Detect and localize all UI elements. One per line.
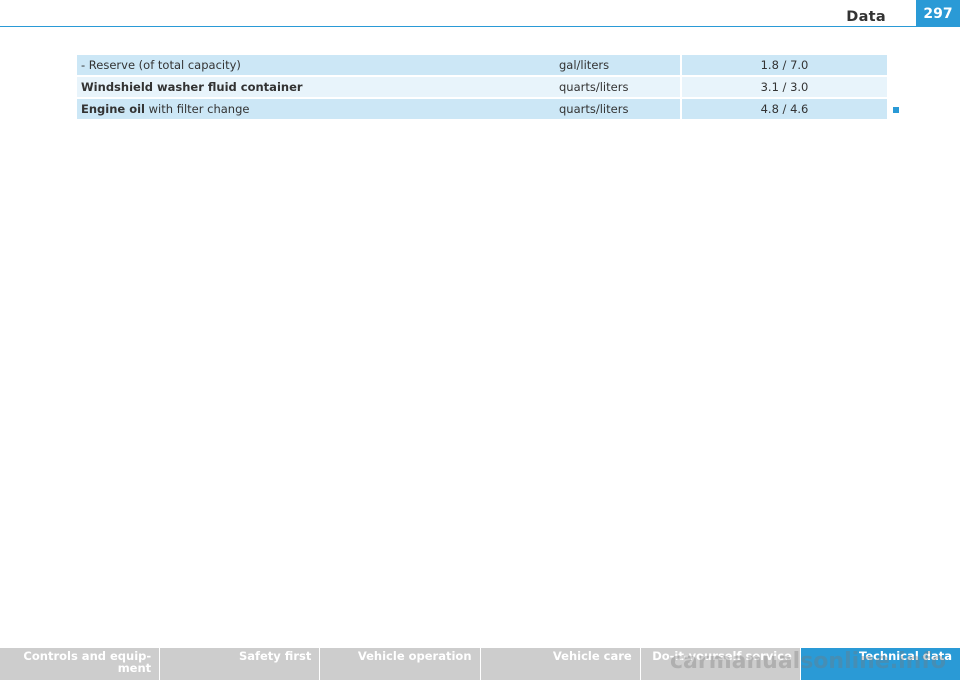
- row-value: 1.8 / 7.0: [681, 55, 887, 77]
- tab-vehicle-operation[interactable]: Vehicle operation: [320, 648, 481, 680]
- row-description-text: - Reserve (of total capacity): [81, 58, 241, 72]
- watermark-text: carmanualsonline.info: [670, 649, 946, 674]
- row-description-text: with filter change: [145, 102, 250, 116]
- row-unit: quarts/liters: [555, 76, 682, 99]
- row-unit: quarts/liters: [555, 98, 682, 121]
- tab-label: Vehicle operation: [357, 649, 472, 663]
- tab-label: Safety first: [238, 649, 312, 663]
- row-description: Engine oil with filter change: [77, 98, 555, 121]
- section-title: Data: [846, 9, 886, 25]
- tab-safety-first[interactable]: Safety first: [160, 648, 321, 680]
- tab-label: Vehicle care: [552, 649, 632, 663]
- row-description: - Reserve (of total capacity): [77, 55, 555, 77]
- row-value: 3.1 / 3.0: [681, 76, 887, 99]
- row-description-bold: Engine oil: [81, 102, 145, 116]
- row-unit: gal/liters: [555, 55, 682, 77]
- tab-label: Controls and equip-ment: [23, 649, 152, 675]
- section-end-marker: [893, 107, 899, 113]
- tab-controls-and-equipment[interactable]: Controls and equip-ment: [0, 648, 161, 680]
- capacity-table: - Reserve (of total capacity) gal/liters…: [77, 55, 887, 121]
- header-rule: [0, 26, 916, 27]
- row-description: Windshield washer fluid container: [77, 76, 555, 99]
- table-row: - Reserve (of total capacity) gal/liters…: [77, 55, 887, 77]
- row-value: 4.8 / 4.6: [681, 98, 887, 121]
- table-row: Windshield washer fluid container quarts…: [77, 76, 887, 99]
- tab-vehicle-care[interactable]: Vehicle care: [481, 648, 641, 680]
- row-description-bold: Windshield washer fluid container: [81, 80, 303, 94]
- table-row: Engine oil with filter change quarts/lit…: [77, 98, 887, 121]
- page-number-badge: 297: [916, 0, 960, 27]
